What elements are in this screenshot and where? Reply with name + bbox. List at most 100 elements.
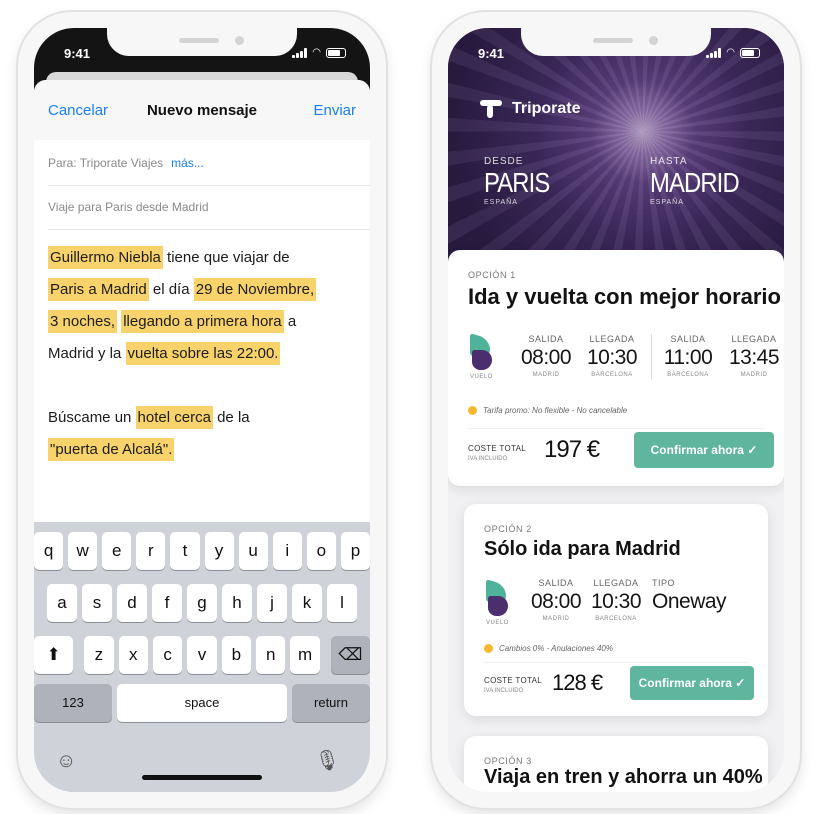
key[interactable]: w	[68, 532, 98, 570]
key[interactable]: u	[238, 532, 268, 570]
key[interactable]: v	[187, 636, 217, 674]
send-button[interactable]: Enviar	[313, 102, 356, 119]
key[interactable]: p	[340, 532, 370, 570]
segment-time: 13:45	[728, 346, 780, 369]
segment-city: MADRID	[542, 616, 570, 622]
delete-key[interactable]: ⌫	[330, 636, 370, 674]
message-body[interactable]: Guillermo Niebla tiene que viajar de Par…	[48, 242, 358, 466]
segment-arrival-2: LLEGADA 13:45 MADRID	[724, 334, 784, 378]
segment-time: 11:00	[663, 346, 713, 369]
body-text: Búscame un	[48, 409, 136, 426]
keyboard-row-3: ⬆ z x c v b n m ⌫	[34, 636, 370, 674]
flight-tag: VUELO	[486, 620, 509, 626]
segment-departure: SALIDA 08:00 MADRID	[526, 578, 586, 622]
more-recipients-link[interactable]: más...	[171, 156, 204, 170]
key[interactable]: c	[152, 636, 183, 674]
to-field[interactable]: Para: Triporate Viajes más...	[48, 140, 370, 186]
key[interactable]: e	[102, 532, 132, 570]
key[interactable]: q	[34, 532, 64, 570]
segment-city: BARCELONA	[667, 372, 709, 378]
cost-value: 197 €	[544, 436, 600, 463]
body-text: a	[283, 313, 297, 330]
highlight-nights: 3 noches,	[48, 310, 118, 333]
body-text: Madrid y la	[48, 345, 126, 362]
highlight-landmark: "puerta de Alcalá".	[48, 438, 175, 461]
origin-city: PARIS	[484, 167, 550, 198]
key[interactable]: x	[118, 636, 148, 674]
fare-info: Tarifa promo: No flexible - No cancelabl…	[468, 406, 627, 415]
segment-label: TIPO	[652, 578, 676, 588]
brand-name: Triporate	[512, 100, 581, 117]
wifi-icon: ◠	[312, 47, 321, 58]
to-value: Para: Triporate Viajes	[48, 156, 164, 170]
key[interactable]: j	[257, 584, 287, 622]
fare-text: Tarifa promo: No flexible - No cancelabl…	[483, 406, 628, 415]
segment-label: LLEGADA	[593, 578, 639, 588]
return-key[interactable]: return	[292, 684, 370, 722]
segment-city: MADRID	[740, 372, 768, 378]
keyboard: q w e r t y u i o p a s d f g h j k l ⬆ …	[34, 522, 370, 792]
key[interactable]: k	[292, 584, 322, 622]
flight-icon	[470, 333, 496, 370]
key[interactable]: y	[204, 532, 234, 570]
option-label: OPCIÓN 1	[468, 270, 516, 280]
segment-departure-2: SALIDA 11:00 BARCELONA	[658, 334, 718, 378]
key[interactable]: r	[136, 532, 166, 570]
cost-tax-note: IVA INCLUIDO	[484, 688, 524, 694]
key[interactable]: l	[327, 584, 357, 622]
shift-key[interactable]: ⬆	[34, 636, 74, 674]
phone-mail: 9:41 ◠ Cancelar Nuevo mensaje Enviar Par…	[18, 12, 386, 808]
brand-logo: Triporate	[480, 100, 580, 118]
key[interactable]: a	[47, 584, 77, 622]
option-card-2[interactable]: OPCIÓN 2 Sólo ida para Madrid VUELO SALI…	[464, 504, 768, 716]
segment-arrival: LLEGADA 10:30 BARCELONA	[586, 578, 646, 622]
option-title: Viaja en tren y ahorra un 40%	[484, 766, 763, 788]
triporate-screen: 9:41 ◠ Triporate DESDE PARIS ESPAÑA HAST…	[448, 28, 784, 792]
key[interactable]: g	[187, 584, 217, 622]
body-text: de la	[212, 409, 250, 426]
segment-label: LLEGADA	[589, 334, 635, 344]
key[interactable]: z	[84, 636, 114, 674]
home-indicator[interactable]	[142, 775, 262, 780]
route-destination: HASTA MADRID ESPAÑA	[650, 156, 754, 206]
numbers-key[interactable]: 123	[34, 684, 112, 722]
highlight-date: 29 de Noviembre,	[193, 278, 317, 301]
segment-label: SALIDA	[670, 334, 706, 344]
status-icons: ◠	[292, 47, 346, 58]
key[interactable]: d	[117, 584, 147, 622]
microphone-icon[interactable]: 🎙	[315, 748, 340, 773]
battery-icon	[740, 47, 760, 58]
key[interactable]: m	[290, 636, 320, 674]
key[interactable]: i	[272, 532, 302, 570]
keyboard-bottom: ☺ 🎙	[34, 734, 370, 792]
key[interactable]: o	[306, 532, 336, 570]
segment-city: BARCELONA	[595, 616, 637, 622]
cost-label: COSTE TOTAL	[468, 444, 526, 453]
option-card-3[interactable]: OPCIÓN 3 Viaja en tren y ahorra un 40%	[464, 736, 768, 792]
card-divider	[484, 662, 748, 663]
confirm-button[interactable]: Confirmar ahora ✓	[634, 432, 774, 468]
emoji-icon[interactable]: ☺	[56, 750, 76, 773]
segment-city: BARCELONA	[591, 372, 633, 378]
option-label: OPCIÓN 2	[484, 524, 532, 534]
segment-label: SALIDA	[528, 334, 564, 344]
segment-divider	[651, 334, 652, 380]
confirm-button[interactable]: Confirmar ahora ✓	[630, 666, 754, 700]
segment-time: 10:30	[590, 590, 642, 613]
battery-icon	[326, 47, 346, 58]
key[interactable]: t	[170, 532, 200, 570]
key[interactable]: b	[221, 636, 252, 674]
key[interactable]: h	[222, 584, 252, 622]
key[interactable]: f	[152, 584, 182, 622]
cost-value: 128 €	[552, 670, 603, 695]
subject-field[interactable]: Viaje para Paris desde Madrid	[48, 186, 370, 230]
segment-time: 08:00	[520, 346, 572, 369]
keyboard-row-4: 123 space return	[34, 684, 370, 722]
key[interactable]: n	[256, 636, 286, 674]
keyboard-row-2: a s d f g h j k l	[34, 584, 370, 622]
space-key[interactable]: space	[117, 684, 287, 722]
phone-triporate: 9:41 ◠ Triporate DESDE PARIS ESPAÑA HAST…	[432, 12, 800, 808]
option-card-1[interactable]: OPCIÓN 1 Ida y vuelta con mejor horario …	[448, 250, 784, 486]
origin-label: DESDE	[484, 156, 524, 167]
key[interactable]: s	[82, 584, 112, 622]
